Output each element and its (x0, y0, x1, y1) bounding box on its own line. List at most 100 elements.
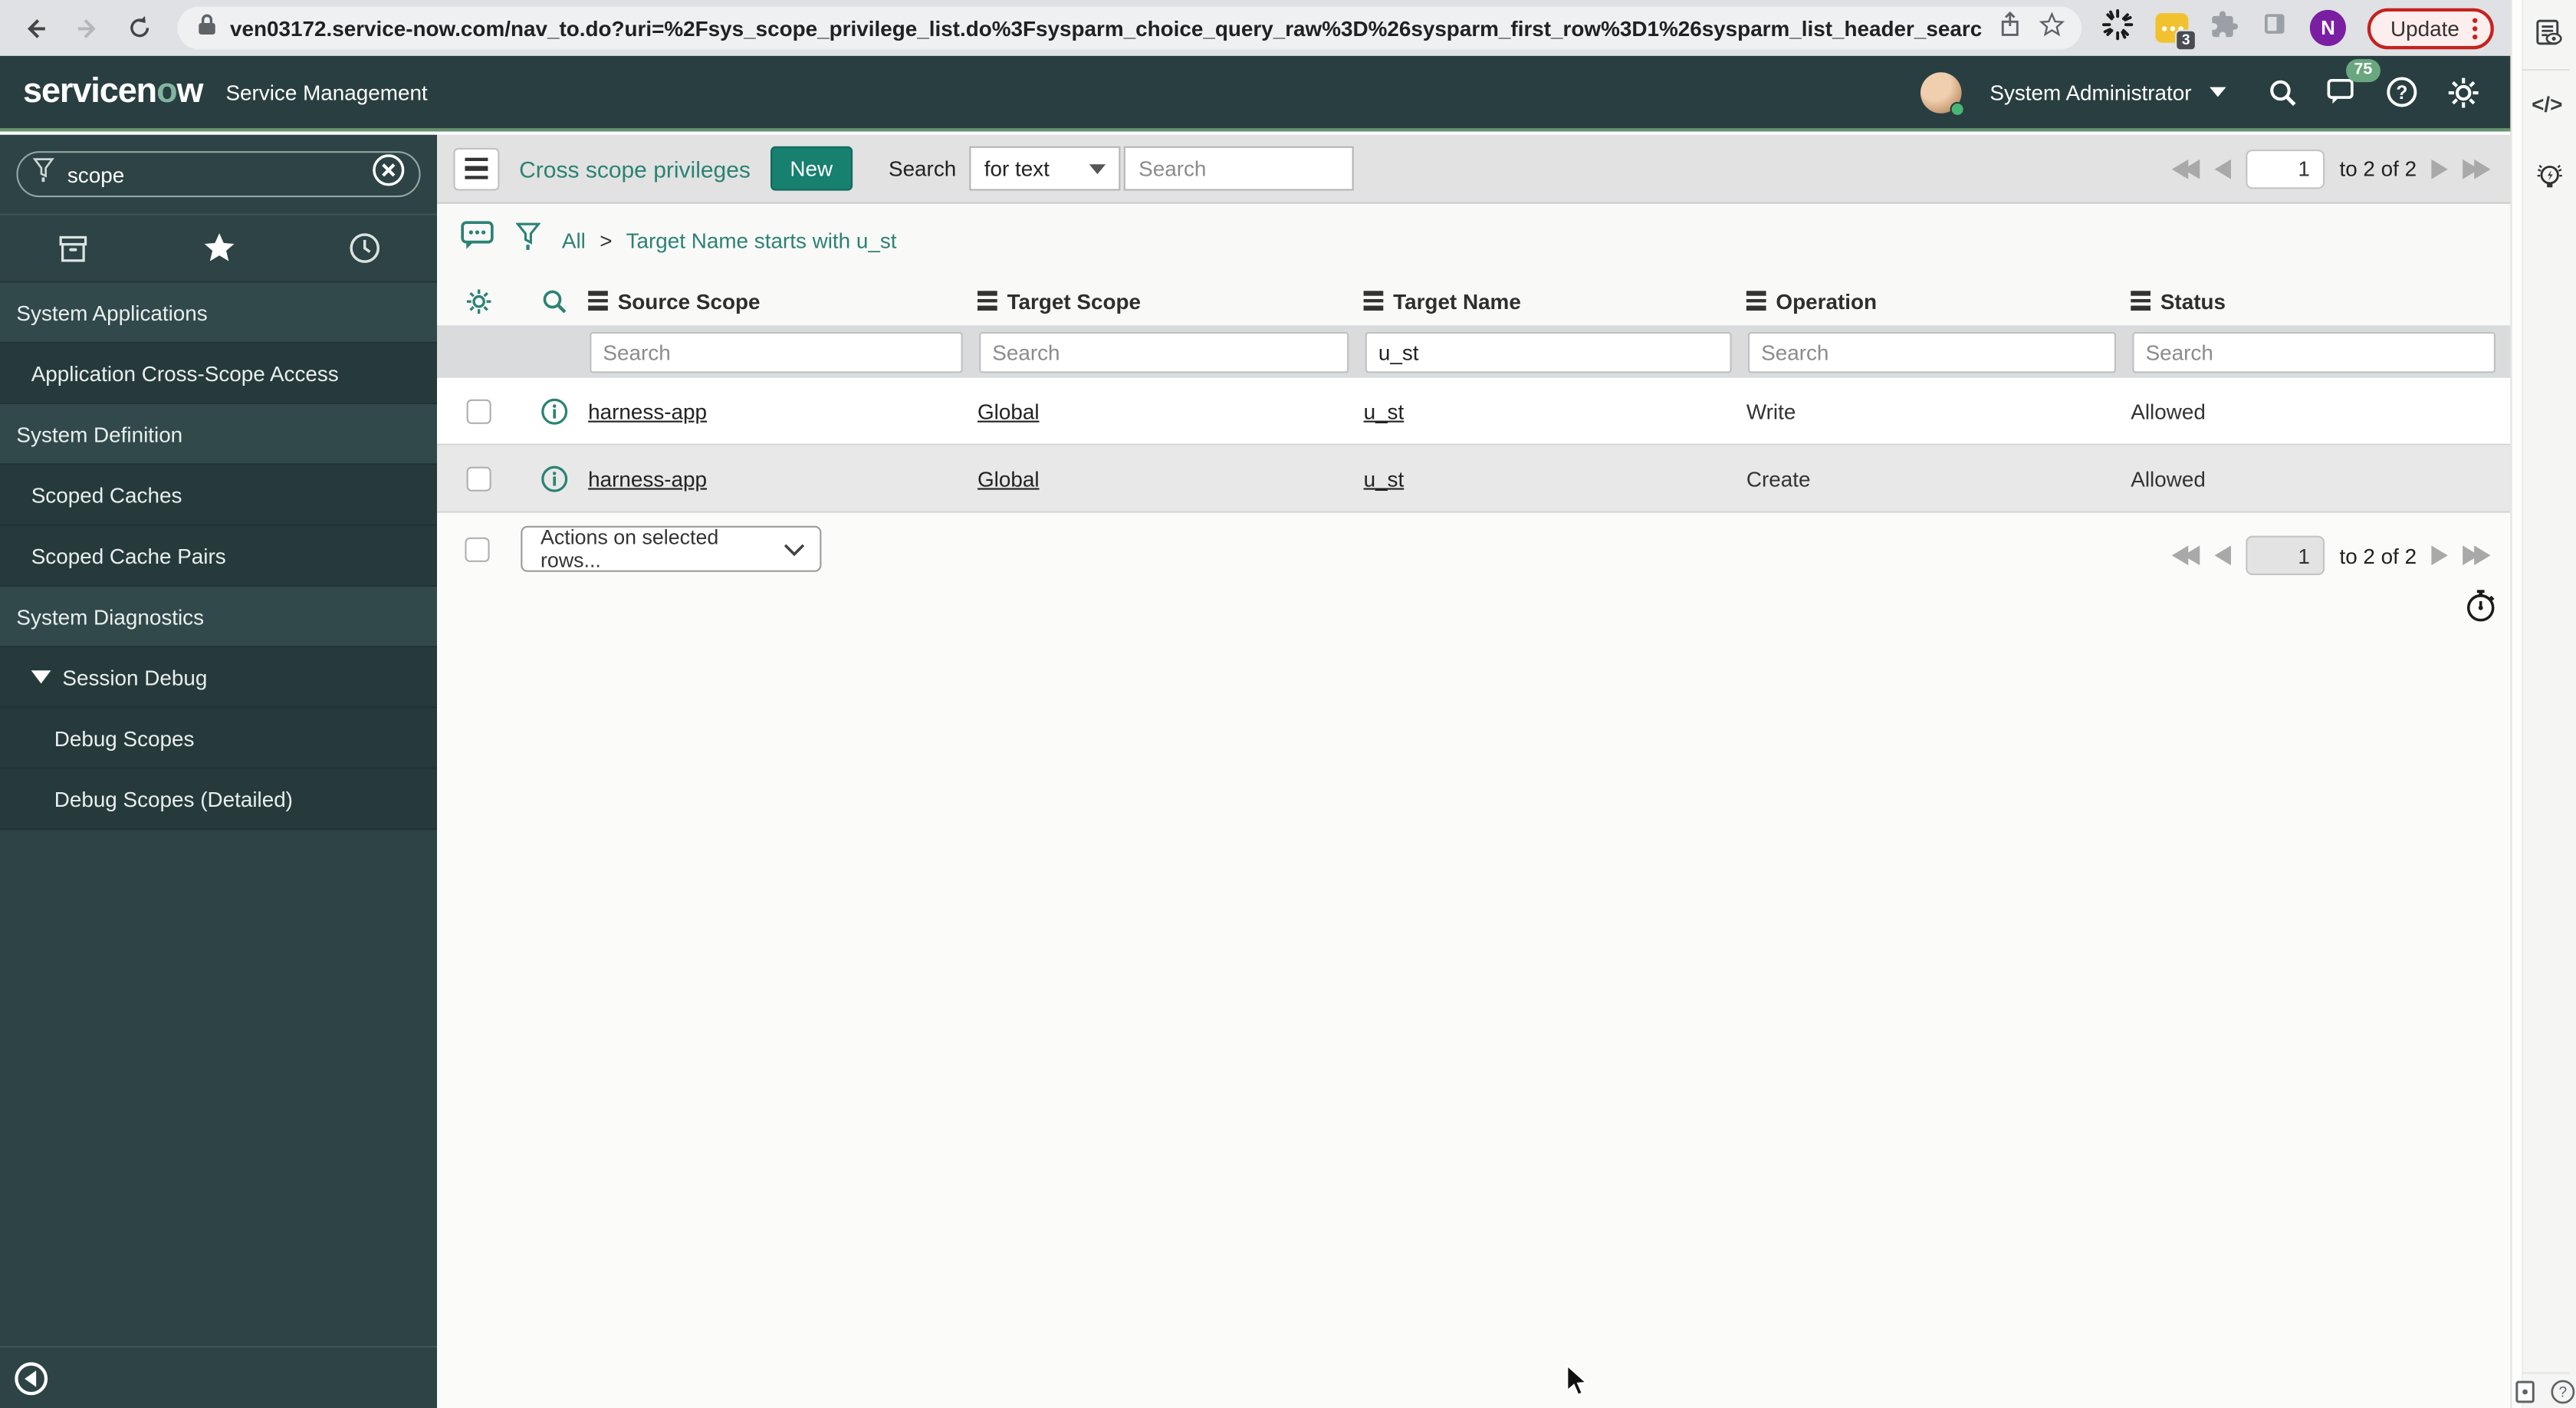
application-navigator: scope System Applications Application Cro… (0, 134, 437, 1408)
new-button[interactable]: New (770, 146, 853, 191)
help-icon[interactable]: ? (2385, 76, 2418, 109)
browser-toolbar: ven03172.service-now.com/nav_to.do?uri=%… (0, 0, 2511, 56)
info-icon[interactable] (519, 397, 588, 425)
chat-extension-icon[interactable]: 3 (2155, 13, 2197, 51)
cell-link-target-name[interactable]: u_st (1364, 466, 1405, 491)
reload-icon[interactable] (125, 13, 155, 43)
sidebar-item-system-definition[interactable]: System Definition (0, 404, 437, 465)
sidebar-item-scoped-caches[interactable]: Scoped Caches (0, 465, 437, 526)
url-text[interactable]: ven03172.service-now.com/nav_to.do?uri=%… (230, 15, 1981, 40)
browser-menu-icon[interactable] (2472, 17, 2478, 39)
filter-input-status[interactable] (2132, 331, 2496, 373)
column-search-icon[interactable] (519, 287, 588, 314)
first-page-icon[interactable] (2171, 158, 2200, 179)
list-settings-gear-icon[interactable] (437, 287, 519, 314)
column-menu-icon[interactable] (1746, 291, 1766, 311)
favorites-tab[interactable] (146, 215, 291, 281)
timer-icon[interactable] (2464, 588, 2497, 633)
column-menu-icon[interactable] (2131, 291, 2150, 311)
actions-select[interactable]: Actions on selected rows... (521, 525, 822, 572)
breadcrumb-filter-link[interactable]: Target Name starts with u_st (626, 228, 897, 252)
extensions-puzzle-icon[interactable] (2210, 9, 2239, 47)
row-checkbox[interactable] (465, 465, 491, 491)
history-tab[interactable] (291, 215, 437, 281)
info-icon[interactable] (519, 464, 588, 492)
sidebar-item-label: Scoped Caches (31, 482, 182, 508)
column-header-source-scope[interactable]: Source Scope (588, 288, 978, 313)
column-menu-icon[interactable] (588, 291, 608, 311)
page-number-input[interactable] (2246, 148, 2325, 189)
cell-link-source-scope[interactable]: harness-app (588, 399, 707, 423)
next-page-icon[interactable] (2431, 158, 2448, 179)
bookmark-star-icon[interactable] (2039, 11, 2065, 45)
user-avatar[interactable] (1921, 71, 1966, 117)
navigator-filter-input[interactable]: scope (16, 151, 421, 198)
settings-gear-icon[interactable] (2446, 75, 2481, 110)
prev-page-icon[interactable] (2214, 158, 2232, 179)
sidebar-item-debug-scopes-detailed[interactable]: Debug Scopes (Detailed) (0, 768, 437, 831)
breadcrumb-all-link[interactable]: All (562, 228, 586, 252)
filter-input-source-scope[interactable] (590, 331, 963, 373)
collapse-sidebar-button[interactable] (15, 1362, 48, 1396)
column-header-status[interactable]: Status (2131, 288, 2510, 313)
page-range-label: to 2 of 2 (2339, 543, 2417, 568)
sidebar-item-debug-scopes[interactable]: Debug Scopes (0, 708, 437, 769)
forward-icon[interactable] (72, 13, 102, 43)
dock-icon[interactable] (2515, 1380, 2535, 1408)
last-page-icon[interactable] (2463, 545, 2491, 566)
comments-icon[interactable] (460, 220, 495, 259)
list-title-link[interactable]: Cross scope privileges (519, 156, 751, 182)
column-menu-icon[interactable] (1363, 291, 1384, 311)
cell-link-target-scope[interactable]: Global (978, 399, 1040, 423)
strip-help-icon[interactable]: ? (2550, 1379, 2576, 1408)
cell-link-target-name[interactable]: u_st (1364, 399, 1405, 423)
sidebar-item-system-diagnostics[interactable]: System Diagnostics (0, 587, 437, 648)
user-caret-icon[interactable] (2210, 87, 2226, 97)
lock-icon[interactable] (197, 12, 217, 44)
filter-input-operation[interactable] (1748, 331, 2116, 373)
cell-link-source-scope[interactable]: harness-app (588, 466, 707, 491)
connect-chat-icon[interactable]: 75 (2326, 59, 2380, 107)
filter-input-target-name[interactable] (1365, 331, 1732, 373)
first-page-icon[interactable] (2171, 545, 2200, 566)
expand-caret-icon[interactable] (31, 670, 51, 684)
cell-status: Allowed (2131, 465, 2206, 491)
sidebar-item-session-debug[interactable]: Session Debug (0, 647, 437, 709)
user-menu[interactable]: System Administrator (1990, 80, 2191, 104)
select-all-checkbox[interactable] (465, 537, 490, 562)
actions-caret-icon (784, 543, 805, 556)
column-header-target-name[interactable]: Target Name (1363, 288, 1746, 313)
hints-icon[interactable] (2533, 161, 2566, 206)
search-type-select[interactable]: for text (969, 146, 1121, 191)
page-number-input[interactable] (2246, 535, 2325, 575)
list-search-input[interactable] (1123, 146, 1354, 191)
filter-input-target-scope[interactable] (979, 331, 1349, 373)
column-header-target-scope[interactable]: Target Scope (978, 288, 1364, 313)
sidebar-item-scoped-cache-pairs[interactable]: Scoped Cache Pairs (0, 525, 437, 587)
row-checkbox[interactable] (465, 398, 491, 423)
servicenow-logo[interactable]: servicenow (23, 72, 204, 111)
last-page-icon[interactable] (2463, 158, 2491, 179)
list-menu-button[interactable] (453, 146, 500, 190)
update-button[interactable]: Update (2367, 7, 2494, 49)
sidebar-item-system-applications[interactable]: System Applications (0, 282, 437, 344)
next-page-icon[interactable] (2431, 545, 2448, 566)
url-bar[interactable]: ven03172.service-now.com/nav_to.do?uri=%… (177, 6, 2082, 50)
share-icon[interactable] (1998, 10, 2022, 45)
cell-link-target-scope[interactable]: Global (978, 466, 1040, 491)
reading-list-icon[interactable] (2533, 18, 2564, 58)
global-search-icon[interactable] (2267, 77, 2298, 108)
side-panel-icon[interactable] (2261, 10, 2288, 46)
breadcrumb-funnel-icon[interactable] (515, 221, 541, 258)
profile-avatar[interactable]: N (2310, 9, 2347, 46)
column-menu-icon[interactable] (978, 291, 997, 311)
column-header-operation[interactable]: Operation (1746, 288, 2131, 313)
prev-page-icon[interactable] (2214, 545, 2232, 566)
clear-icon[interactable] (371, 153, 406, 196)
all-applications-tab[interactable] (0, 215, 146, 281)
back-icon[interactable] (20, 13, 50, 43)
product-title: Service Management (225, 79, 428, 105)
scrollbar-track[interactable] (2512, 0, 2524, 1408)
sidebar-item-application-cross-scope-access[interactable]: Application Cross-Scope Access (0, 343, 437, 405)
code-panel-icon[interactable]: </> (2532, 92, 2562, 117)
